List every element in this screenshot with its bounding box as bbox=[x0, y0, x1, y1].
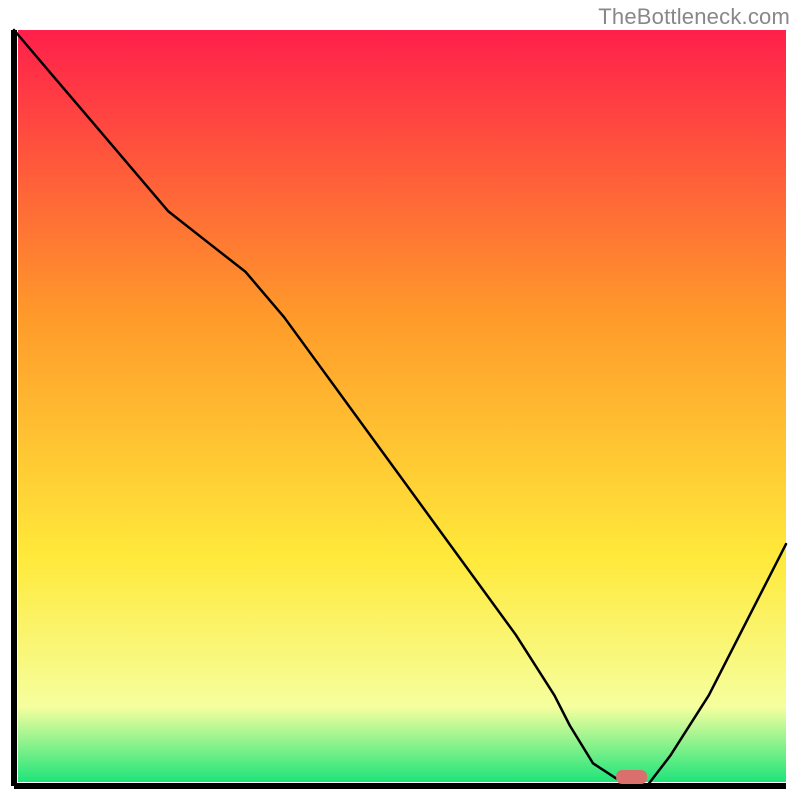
chart-container: TheBottleneck.com bbox=[0, 0, 800, 800]
plot-background bbox=[18, 30, 786, 782]
watermark-label: TheBottleneck.com bbox=[598, 4, 790, 30]
target-marker bbox=[616, 770, 647, 784]
chart-plot bbox=[0, 0, 800, 800]
